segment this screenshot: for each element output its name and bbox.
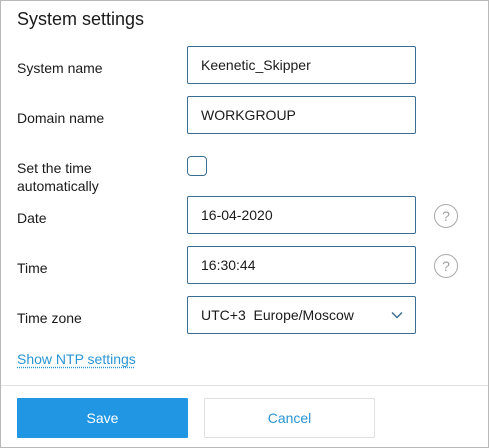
chevron-down-icon bbox=[391, 311, 403, 319]
show-ntp-settings-link[interactable]: Show NTP settings bbox=[17, 351, 136, 367]
auto-time-label-line2: automatically bbox=[17, 178, 99, 194]
time-label: Time bbox=[17, 260, 48, 276]
save-button[interactable]: Save bbox=[17, 398, 188, 438]
footer-divider bbox=[1, 385, 488, 386]
time-help-icon[interactable]: ? bbox=[434, 254, 458, 278]
time-input[interactable]: 16:30:44 bbox=[187, 246, 416, 284]
system-settings-dialog: System settings System name Keenetic_Ski… bbox=[0, 0, 489, 448]
domain-name-input[interactable]: WORKGROUP bbox=[187, 96, 416, 134]
cancel-button[interactable]: Cancel bbox=[204, 398, 375, 438]
date-input[interactable]: 16-04-2020 bbox=[187, 196, 416, 234]
auto-time-label-line1: Set the time bbox=[17, 160, 92, 176]
time-zone-value: UTC+3 Europe/Moscow bbox=[201, 307, 354, 323]
date-label: Date bbox=[17, 210, 47, 226]
auto-time-label: Set the time automatically bbox=[17, 159, 99, 195]
auto-time-checkbox[interactable] bbox=[187, 156, 207, 176]
system-name-input[interactable]: Keenetic_Skipper bbox=[187, 46, 416, 84]
time-zone-select[interactable]: UTC+3 Europe/Moscow bbox=[187, 296, 416, 334]
dialog-title: System settings bbox=[17, 9, 145, 29]
date-help-icon[interactable]: ? bbox=[434, 204, 458, 228]
system-name-label: System name bbox=[17, 60, 103, 76]
time-zone-label: Time zone bbox=[17, 310, 82, 326]
domain-name-label: Domain name bbox=[17, 110, 105, 126]
